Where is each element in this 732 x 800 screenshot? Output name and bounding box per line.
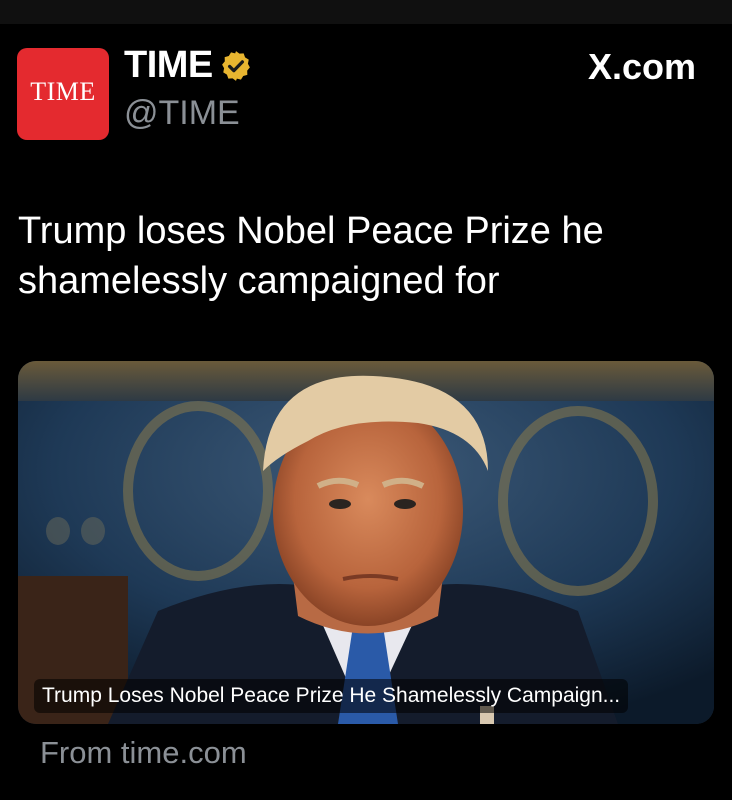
avatar-logo-text: TIME bbox=[30, 77, 96, 106]
link-title-overlay[interactable]: Trump Loses Nobel Peace Prize He Shamele… bbox=[34, 679, 629, 713]
handle[interactable]: @TIME bbox=[124, 94, 240, 133]
post-text: Trump loses Nobel Peace Prize he shamele… bbox=[18, 210, 604, 302]
display-name[interactable]: TIME bbox=[124, 44, 213, 87]
verified-badge-icon bbox=[219, 49, 253, 83]
link-domain[interactable]: From time.com bbox=[40, 735, 247, 771]
status-bar bbox=[0, 0, 732, 24]
photo-illustration bbox=[18, 361, 714, 724]
post-card[interactable]: TIME TIME @TIME X.com Trump loses Nobel … bbox=[0, 24, 732, 800]
author-name-row: TIME bbox=[124, 44, 253, 87]
source-site-label: X.com bbox=[587, 46, 696, 87]
avatar[interactable]: TIME bbox=[17, 48, 109, 140]
link-preview-image[interactable] bbox=[18, 361, 714, 724]
